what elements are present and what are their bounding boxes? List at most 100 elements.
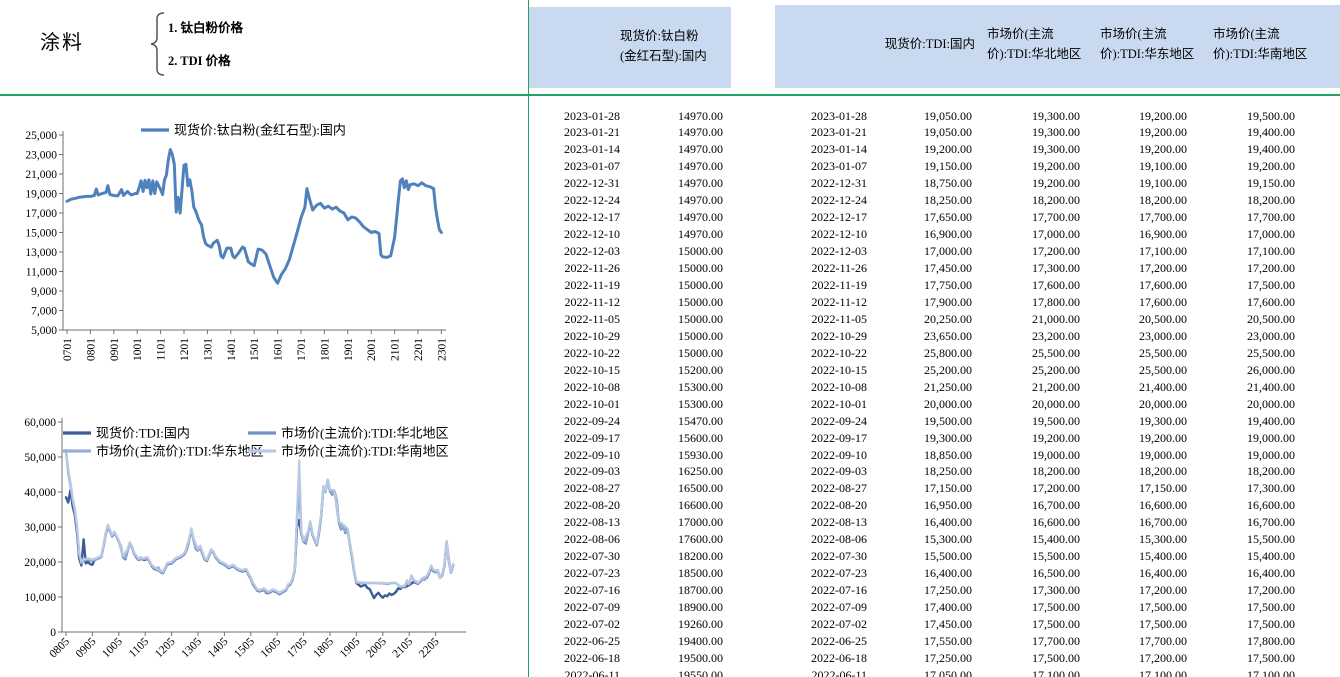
price-cell[interactable]: 18,200.00 (1187, 192, 1295, 209)
price-cell[interactable]: 17,200.00 (972, 243, 1080, 260)
table-row[interactable]: 2022-06-1819500.00 (529, 650, 723, 667)
price-cell[interactable]: 15,300.00 (1080, 531, 1187, 548)
table-row[interactable]: 2022-08-0615,300.0015,400.0015,300.0015,… (790, 531, 1295, 548)
price-cell[interactable]: 20,500.00 (1187, 311, 1295, 328)
price-cell[interactable]: 26,000.00 (1187, 362, 1295, 379)
price-cell[interactable]: 19,500.00 (867, 413, 972, 430)
table-row[interactable]: 2022-07-3015,500.0015,500.0015,400.0015,… (790, 548, 1295, 565)
table-row[interactable]: 2022-11-1215000.00 (529, 294, 723, 311)
price-cell[interactable]: 19,000.00 (1187, 430, 1295, 447)
table-row[interactable]: 2023-01-0714970.00 (529, 158, 723, 175)
price-cell[interactable]: 17600.00 (620, 531, 723, 548)
price-cell[interactable]: 16,900.00 (1080, 226, 1187, 243)
price-cell[interactable]: 17,550.00 (867, 633, 972, 650)
table-row[interactable]: 2022-11-0520,250.0021,000.0020,500.0020,… (790, 311, 1295, 328)
price-cell[interactable]: 21,400.00 (1080, 379, 1187, 396)
date-cell[interactable]: 2022-08-20 (790, 497, 867, 514)
price-cell[interactable]: 17,500.00 (1080, 599, 1187, 616)
price-cell[interactable]: 15000.00 (620, 345, 723, 362)
date-cell[interactable]: 2022-11-26 (529, 260, 620, 277)
table-row[interactable]: 2022-07-0918900.00 (529, 599, 723, 616)
price-cell[interactable]: 14970.00 (620, 141, 723, 158)
table-row[interactable]: 2022-07-1618700.00 (529, 582, 723, 599)
price-cell[interactable]: 18,200.00 (1080, 192, 1187, 209)
table-row[interactable]: 2022-10-2215000.00 (529, 345, 723, 362)
table-row[interactable]: 2022-11-2617,450.0017,300.0017,200.0017,… (790, 260, 1295, 277)
date-cell[interactable]: 2022-12-10 (790, 226, 867, 243)
price-cell[interactable]: 25,200.00 (972, 362, 1080, 379)
table-row[interactable]: 2022-06-1117,050.0017,100.0017,100.0017,… (790, 667, 1295, 677)
price-cell[interactable]: 18,200.00 (972, 192, 1080, 209)
price-cell[interactable]: 17,600.00 (1187, 294, 1295, 311)
date-cell[interactable]: 2022-10-15 (790, 362, 867, 379)
table-row[interactable]: 2022-11-1217,900.0017,800.0017,600.0017,… (790, 294, 1295, 311)
price-cell[interactable]: 19,200.00 (1080, 108, 1187, 125)
date-cell[interactable]: 2022-10-01 (790, 396, 867, 413)
date-cell[interactable]: 2022-07-30 (790, 548, 867, 565)
table-row[interactable]: 2022-06-1817,250.0017,500.0017,200.0017,… (790, 650, 1295, 667)
table-row[interactable]: 2022-09-1018,850.0019,000.0019,000.0019,… (790, 447, 1295, 464)
price-cell[interactable]: 15,400.00 (1080, 548, 1187, 565)
date-cell[interactable]: 2022-12-10 (529, 226, 620, 243)
price-cell[interactable]: 19,300.00 (972, 124, 1080, 141)
table-row[interactable]: 2022-10-1515200.00 (529, 362, 723, 379)
date-cell[interactable]: 2023-01-21 (529, 124, 620, 141)
price-cell[interactable]: 21,000.00 (972, 311, 1080, 328)
outline-item-titanium[interactable]: 1. 钛白粉价格 (168, 17, 243, 36)
date-cell[interactable]: 2022-11-12 (790, 294, 867, 311)
price-cell[interactable]: 14970.00 (620, 175, 723, 192)
date-cell[interactable]: 2022-12-17 (790, 209, 867, 226)
price-cell[interactable]: 17,100.00 (972, 667, 1080, 677)
table-row[interactable]: 2022-11-1915000.00 (529, 277, 723, 294)
price-cell[interactable]: 16,600.00 (1080, 497, 1187, 514)
date-cell[interactable]: 2022-10-29 (790, 328, 867, 345)
price-cell[interactable]: 17,500.00 (1187, 616, 1295, 633)
price-cell[interactable]: 17,200.00 (1080, 260, 1187, 277)
price-cell[interactable]: 16,700.00 (1187, 514, 1295, 531)
table-row[interactable]: 2022-11-0515000.00 (529, 311, 723, 328)
price-cell[interactable]: 15930.00 (620, 447, 723, 464)
date-cell[interactable]: 2022-08-27 (790, 480, 867, 497)
price-cell[interactable]: 23,200.00 (972, 328, 1080, 345)
table-row[interactable]: 2022-09-1015930.00 (529, 447, 723, 464)
price-cell[interactable]: 17,300.00 (1187, 480, 1295, 497)
date-cell[interactable]: 2022-11-26 (790, 260, 867, 277)
date-cell[interactable]: 2022-07-02 (790, 616, 867, 633)
price-cell[interactable]: 15,500.00 (867, 548, 972, 565)
date-cell[interactable]: 2022-07-09 (790, 599, 867, 616)
date-cell[interactable]: 2022-10-08 (529, 379, 620, 396)
titanium-price-chart[interactable]: 5,0007,0009,00011,00013,00015,00017,0001… (0, 100, 528, 392)
price-cell[interactable]: 17,150.00 (1080, 480, 1187, 497)
date-cell[interactable]: 2022-07-09 (529, 599, 620, 616)
price-cell[interactable]: 15000.00 (620, 311, 723, 328)
price-cell[interactable]: 14970.00 (620, 124, 723, 141)
price-cell[interactable]: 19500.00 (620, 650, 723, 667)
price-cell[interactable]: 16,700.00 (972, 497, 1080, 514)
table-row[interactable]: 2022-12-1014970.00 (529, 226, 723, 243)
price-cell[interactable]: 19,200.00 (1080, 124, 1187, 141)
date-cell[interactable]: 2022-11-19 (529, 277, 620, 294)
date-cell[interactable]: 2022-09-24 (790, 413, 867, 430)
date-cell[interactable]: 2022-12-24 (790, 192, 867, 209)
table-row[interactable]: 2023-01-1419,200.0019,300.0019,200.0019,… (790, 141, 1295, 158)
date-cell[interactable]: 2022-09-24 (529, 413, 620, 430)
table-row[interactable]: 2022-10-0815300.00 (529, 379, 723, 396)
price-cell[interactable]: 17,400.00 (867, 599, 972, 616)
price-cell[interactable]: 16,400.00 (1080, 565, 1187, 582)
table-row[interactable]: 2022-07-2316,400.0016,500.0016,400.0016,… (790, 565, 1295, 582)
price-cell[interactable]: 20,000.00 (972, 396, 1080, 413)
price-cell[interactable]: 18,200.00 (1187, 463, 1295, 480)
date-cell[interactable]: 2022-11-19 (790, 277, 867, 294)
price-cell[interactable]: 19,100.00 (1080, 158, 1187, 175)
table-row[interactable]: 2022-12-1717,650.0017,700.0017,700.0017,… (790, 209, 1295, 226)
date-cell[interactable]: 2023-01-28 (529, 108, 620, 125)
price-cell[interactable]: 25,500.00 (1080, 362, 1187, 379)
price-cell[interactable]: 19,050.00 (867, 108, 972, 125)
price-cell[interactable]: 17,500.00 (1080, 616, 1187, 633)
price-cell[interactable]: 17,250.00 (867, 582, 972, 599)
table-row[interactable]: 2023-01-2119,050.0019,300.0019,200.0019,… (790, 124, 1295, 141)
price-cell[interactable]: 15,400.00 (972, 531, 1080, 548)
table-row[interactable]: 2022-12-3118,750.0019,200.0019,100.0019,… (790, 175, 1295, 192)
date-cell[interactable]: 2022-11-12 (529, 294, 620, 311)
date-cell[interactable]: 2022-12-17 (529, 209, 620, 226)
